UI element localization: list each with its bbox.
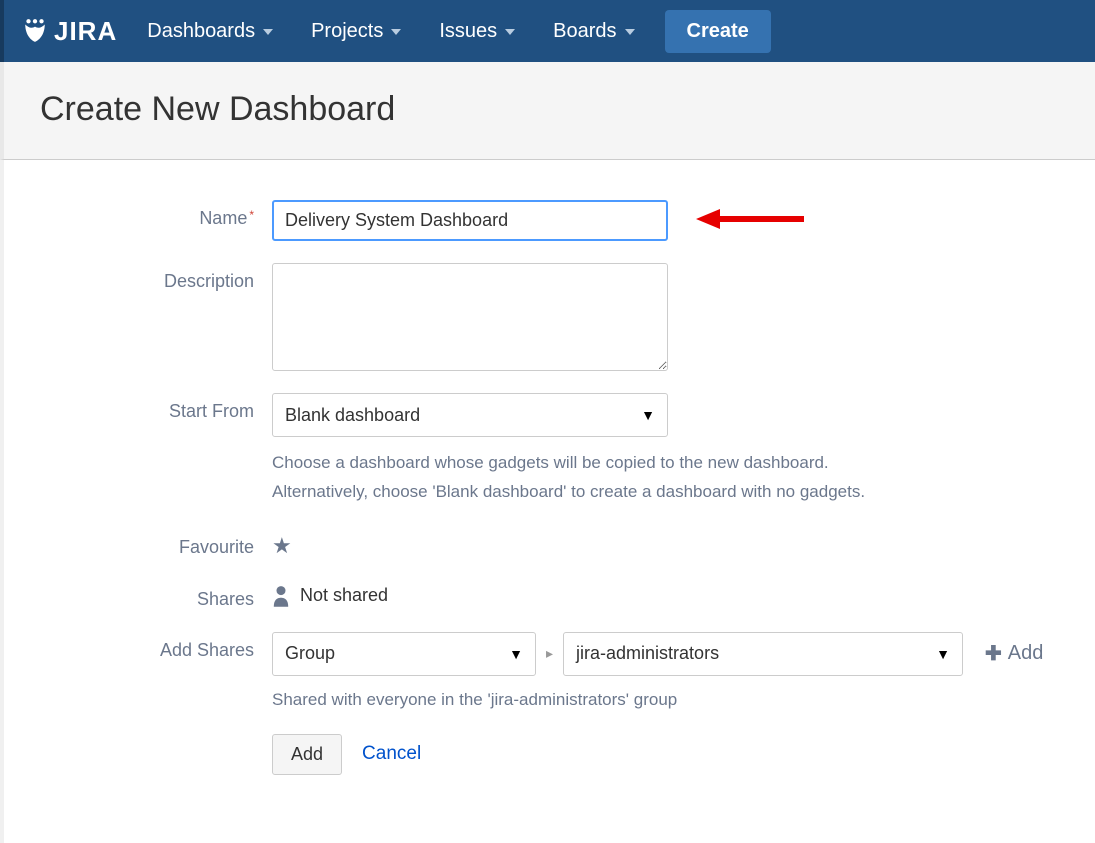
row-name: Name* (40, 200, 1059, 241)
nav-boards-label: Boards (553, 20, 616, 43)
name-field[interactable] (272, 200, 668, 241)
nav-dashboards[interactable]: Dashboards (139, 14, 281, 49)
nav-issues[interactable]: Issues (431, 14, 523, 49)
create-button[interactable]: Create (665, 10, 771, 53)
form-content: Name* Description Start From Blank dashb… (0, 160, 1095, 843)
description-label: Description (40, 263, 272, 292)
name-label: Name* (40, 200, 272, 229)
addshares-hint: Shared with everyone in the 'jira-admini… (272, 690, 1059, 710)
share-value-select[interactable]: jira-administrators ▼ (563, 632, 963, 676)
share-type-select[interactable]: Group ▼ (272, 632, 536, 676)
nav-boards[interactable]: Boards (545, 14, 642, 49)
chevron-down-icon (625, 29, 635, 35)
jira-logo[interactable]: JIRA (22, 16, 117, 47)
annotation-arrow-icon (696, 204, 806, 234)
row-addshares: Add Shares Group ▼ ▸ jira-administrators… (40, 632, 1059, 775)
row-favourite: Favourite ★ (40, 529, 1059, 559)
page-title: Create New Dashboard (40, 90, 1059, 129)
page-header: Create New Dashboard (0, 62, 1095, 160)
person-icon (272, 585, 290, 607)
share-value-selected: jira-administrators (576, 643, 719, 664)
chevron-down-icon (505, 29, 515, 35)
share-type-selected: Group (285, 643, 335, 664)
addshares-label: Add Shares (40, 632, 272, 661)
top-nav: JIRA Dashboards Projects Issues Boards C… (0, 0, 1095, 62)
add-button[interactable]: Add (272, 734, 342, 775)
required-mark: * (249, 208, 254, 222)
nav-issues-label: Issues (439, 20, 497, 43)
brand-text: JIRA (54, 16, 117, 47)
chevron-down-icon: ▼ (641, 407, 655, 423)
nav-projects[interactable]: Projects (303, 14, 409, 49)
nav-dashboards-label: Dashboards (147, 20, 255, 43)
form-buttons: Add Cancel (272, 734, 1059, 775)
jira-logo-icon (22, 18, 48, 44)
startfrom-selected: Blank dashboard (285, 405, 420, 426)
row-shares: Shares Not shared (40, 581, 1059, 610)
chevron-down-icon: ▼ (936, 646, 950, 662)
plus-icon: ✚ (985, 641, 1002, 666)
chevron-down-icon (263, 29, 273, 35)
star-icon[interactable]: ★ (272, 533, 292, 559)
add-share-link-label: Add (1008, 642, 1044, 665)
row-description: Description (40, 263, 1059, 371)
shares-label: Shares (40, 581, 272, 610)
shares-status: Not shared (300, 585, 388, 606)
chevron-down-icon: ▼ (509, 646, 523, 662)
startfrom-select[interactable]: Blank dashboard ▼ (272, 393, 668, 437)
add-share-link[interactable]: ✚ Add (985, 641, 1043, 666)
chevron-down-icon (391, 29, 401, 35)
description-field[interactable] (272, 263, 668, 371)
row-startfrom: Start From Blank dashboard ▼ Choose a da… (40, 393, 1059, 507)
startfrom-label: Start From (40, 393, 272, 422)
cancel-link[interactable]: Cancel (362, 743, 421, 765)
chevron-right-icon: ▸ (546, 645, 553, 662)
nav-projects-label: Projects (311, 20, 383, 43)
favourite-label: Favourite (40, 529, 272, 558)
startfrom-hint: Choose a dashboard whose gadgets will be… (272, 449, 992, 507)
